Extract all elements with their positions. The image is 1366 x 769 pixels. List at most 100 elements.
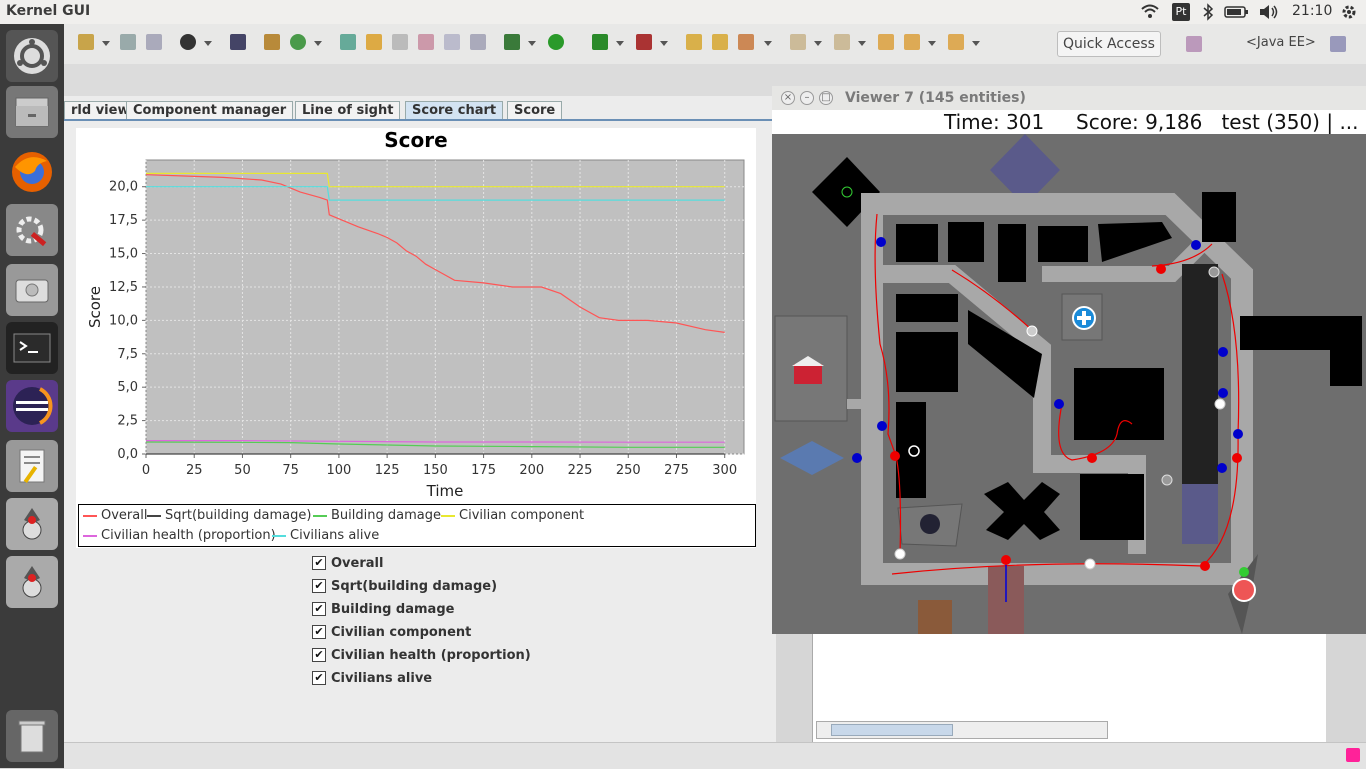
brush-icon[interactable]: [366, 34, 382, 50]
debug-perspective-icon[interactable]: [1330, 36, 1346, 52]
wizard-icon[interactable]: [418, 34, 434, 50]
tab-score[interactable]: Score: [507, 101, 563, 120]
run-icon[interactable]: [548, 34, 564, 50]
chevron-down-icon[interactable]: [616, 41, 624, 46]
quick-access-field[interactable]: Quick Access: [1057, 31, 1161, 57]
checkbox-building-damage[interactable]: ✔ Building damage: [312, 600, 454, 618]
chevron-down-icon[interactable]: [660, 41, 668, 46]
disk-icon[interactable]: [6, 264, 58, 316]
battery-icon[interactable]: [1224, 3, 1250, 21]
outline-pane: [1110, 634, 1326, 742]
chevron-down-icon[interactable]: [528, 41, 536, 46]
chevron-down-icon[interactable]: [764, 41, 772, 46]
y-tick-label: 2,5: [117, 414, 138, 429]
chevron-down-icon[interactable]: [972, 41, 980, 46]
building: [1240, 316, 1362, 386]
chevron-down-icon[interactable]: [858, 41, 866, 46]
legend-item: Building damage: [313, 508, 441, 523]
open-type-icon[interactable]: [712, 34, 728, 50]
rss-icon[interactable]: [1346, 748, 1360, 762]
firefox-icon[interactable]: [6, 146, 58, 198]
chevron-down-icon[interactable]: [928, 41, 936, 46]
scrollbar-thumb[interactable]: [831, 724, 953, 736]
package-icon[interactable]: [264, 34, 280, 50]
pen-icon[interactable]: [738, 34, 754, 50]
building: [896, 224, 938, 262]
chevron-down-icon[interactable]: [314, 41, 322, 46]
check-icon[interactable]: ✔: [312, 648, 326, 662]
maximize-icon[interactable]: □: [819, 91, 833, 105]
open-folder-icon[interactable]: [686, 34, 702, 50]
gear-icon[interactable]: [1340, 3, 1358, 21]
java-icon[interactable]: [6, 498, 58, 550]
tab-component-manager[interactable]: Component manager: [126, 101, 294, 120]
minimize-icon[interactable]: –: [800, 91, 814, 105]
eclipse-icon[interactable]: [6, 380, 58, 432]
table-icon[interactable]: [444, 34, 460, 50]
civilian: [1161, 474, 1173, 486]
server-icon[interactable]: [340, 34, 356, 50]
java-icon[interactable]: [6, 556, 58, 608]
tab-line-of-sight[interactable]: Line of sight: [295, 101, 401, 120]
check-icon[interactable]: ✔: [312, 602, 326, 616]
save-icon[interactable]: [120, 34, 136, 50]
fire-agent: [1232, 578, 1256, 602]
chevron-down-icon[interactable]: [204, 41, 212, 46]
y-tick-label: 20,0: [109, 180, 138, 195]
chevron-down-icon[interactable]: [102, 41, 110, 46]
stop-config-icon[interactable]: [636, 34, 652, 50]
chevron-down-icon[interactable]: [814, 41, 822, 46]
skip-breakpoints-icon[interactable]: [230, 34, 246, 50]
settings-icon[interactable]: [6, 204, 58, 256]
ubuntu-logo-icon[interactable]: [6, 30, 58, 82]
back-icon[interactable]: [904, 34, 920, 50]
refresh-icon[interactable]: [290, 34, 306, 50]
format-icon[interactable]: [470, 34, 486, 50]
profile-icon[interactable]: [180, 34, 196, 50]
save-all-icon[interactable]: [146, 34, 162, 50]
prev-annotation-icon[interactable]: [834, 34, 850, 50]
x-tick-label: 300: [712, 463, 737, 478]
connect-icon[interactable]: [392, 34, 408, 50]
bluetooth-icon[interactable]: [1202, 3, 1214, 21]
check-icon[interactable]: ✔: [312, 579, 326, 593]
last-edit-icon[interactable]: [878, 34, 894, 50]
checkbox-civilian-health[interactable]: ✔ Civilian health (proportion): [312, 646, 531, 664]
open-perspective-icon[interactable]: [1186, 36, 1202, 52]
horizontal-scrollbar[interactable]: [816, 721, 1108, 739]
new-icon[interactable]: [78, 34, 94, 50]
text-editor-icon[interactable]: [6, 440, 58, 492]
police-agent: [1191, 240, 1201, 250]
legend-item: Overall: [83, 508, 147, 523]
city-map[interactable]: [772, 134, 1366, 634]
checkbox-civilians-alive[interactable]: ✔ Civilians alive: [312, 669, 432, 687]
close-icon[interactable]: ×: [781, 91, 795, 105]
debug-icon[interactable]: [504, 34, 520, 50]
x-tick-label: 100: [326, 463, 351, 478]
checkbox-civilian-component[interactable]: ✔ Civilian component: [312, 623, 471, 641]
building: [896, 332, 958, 392]
forward-icon[interactable]: [948, 34, 964, 50]
clock[interactable]: 21:10: [1292, 3, 1332, 21]
plot-area: [145, 159, 745, 455]
x-tick-label: 50: [234, 463, 251, 478]
run-config-icon[interactable]: [592, 34, 608, 50]
building: [896, 402, 926, 498]
trash-icon[interactable]: [6, 710, 58, 762]
tab-score-chart[interactable]: Score chart: [405, 101, 504, 120]
terminal-icon[interactable]: [6, 322, 58, 374]
check-icon[interactable]: ✔: [312, 671, 326, 685]
check-icon[interactable]: ✔: [312, 556, 326, 570]
legend-item: Sqrt(building damage): [147, 508, 311, 523]
volume-icon[interactable]: [1258, 3, 1280, 21]
wifi-icon[interactable]: [1140, 3, 1160, 21]
checkbox-sqrt-building-damage[interactable]: ✔ Sqrt(building damage): [312, 577, 497, 595]
next-annotation-icon[interactable]: [790, 34, 806, 50]
x-tick-label: 0: [142, 463, 150, 478]
perspective-java-ee[interactable]: <Java EE>: [1246, 35, 1316, 50]
fire-station-icon: [794, 364, 822, 384]
checkbox-overall[interactable]: ✔ Overall: [312, 554, 383, 572]
keyboard-layout-indicator[interactable]: Pt: [1172, 3, 1190, 21]
files-icon[interactable]: [6, 86, 58, 138]
check-icon[interactable]: ✔: [312, 625, 326, 639]
